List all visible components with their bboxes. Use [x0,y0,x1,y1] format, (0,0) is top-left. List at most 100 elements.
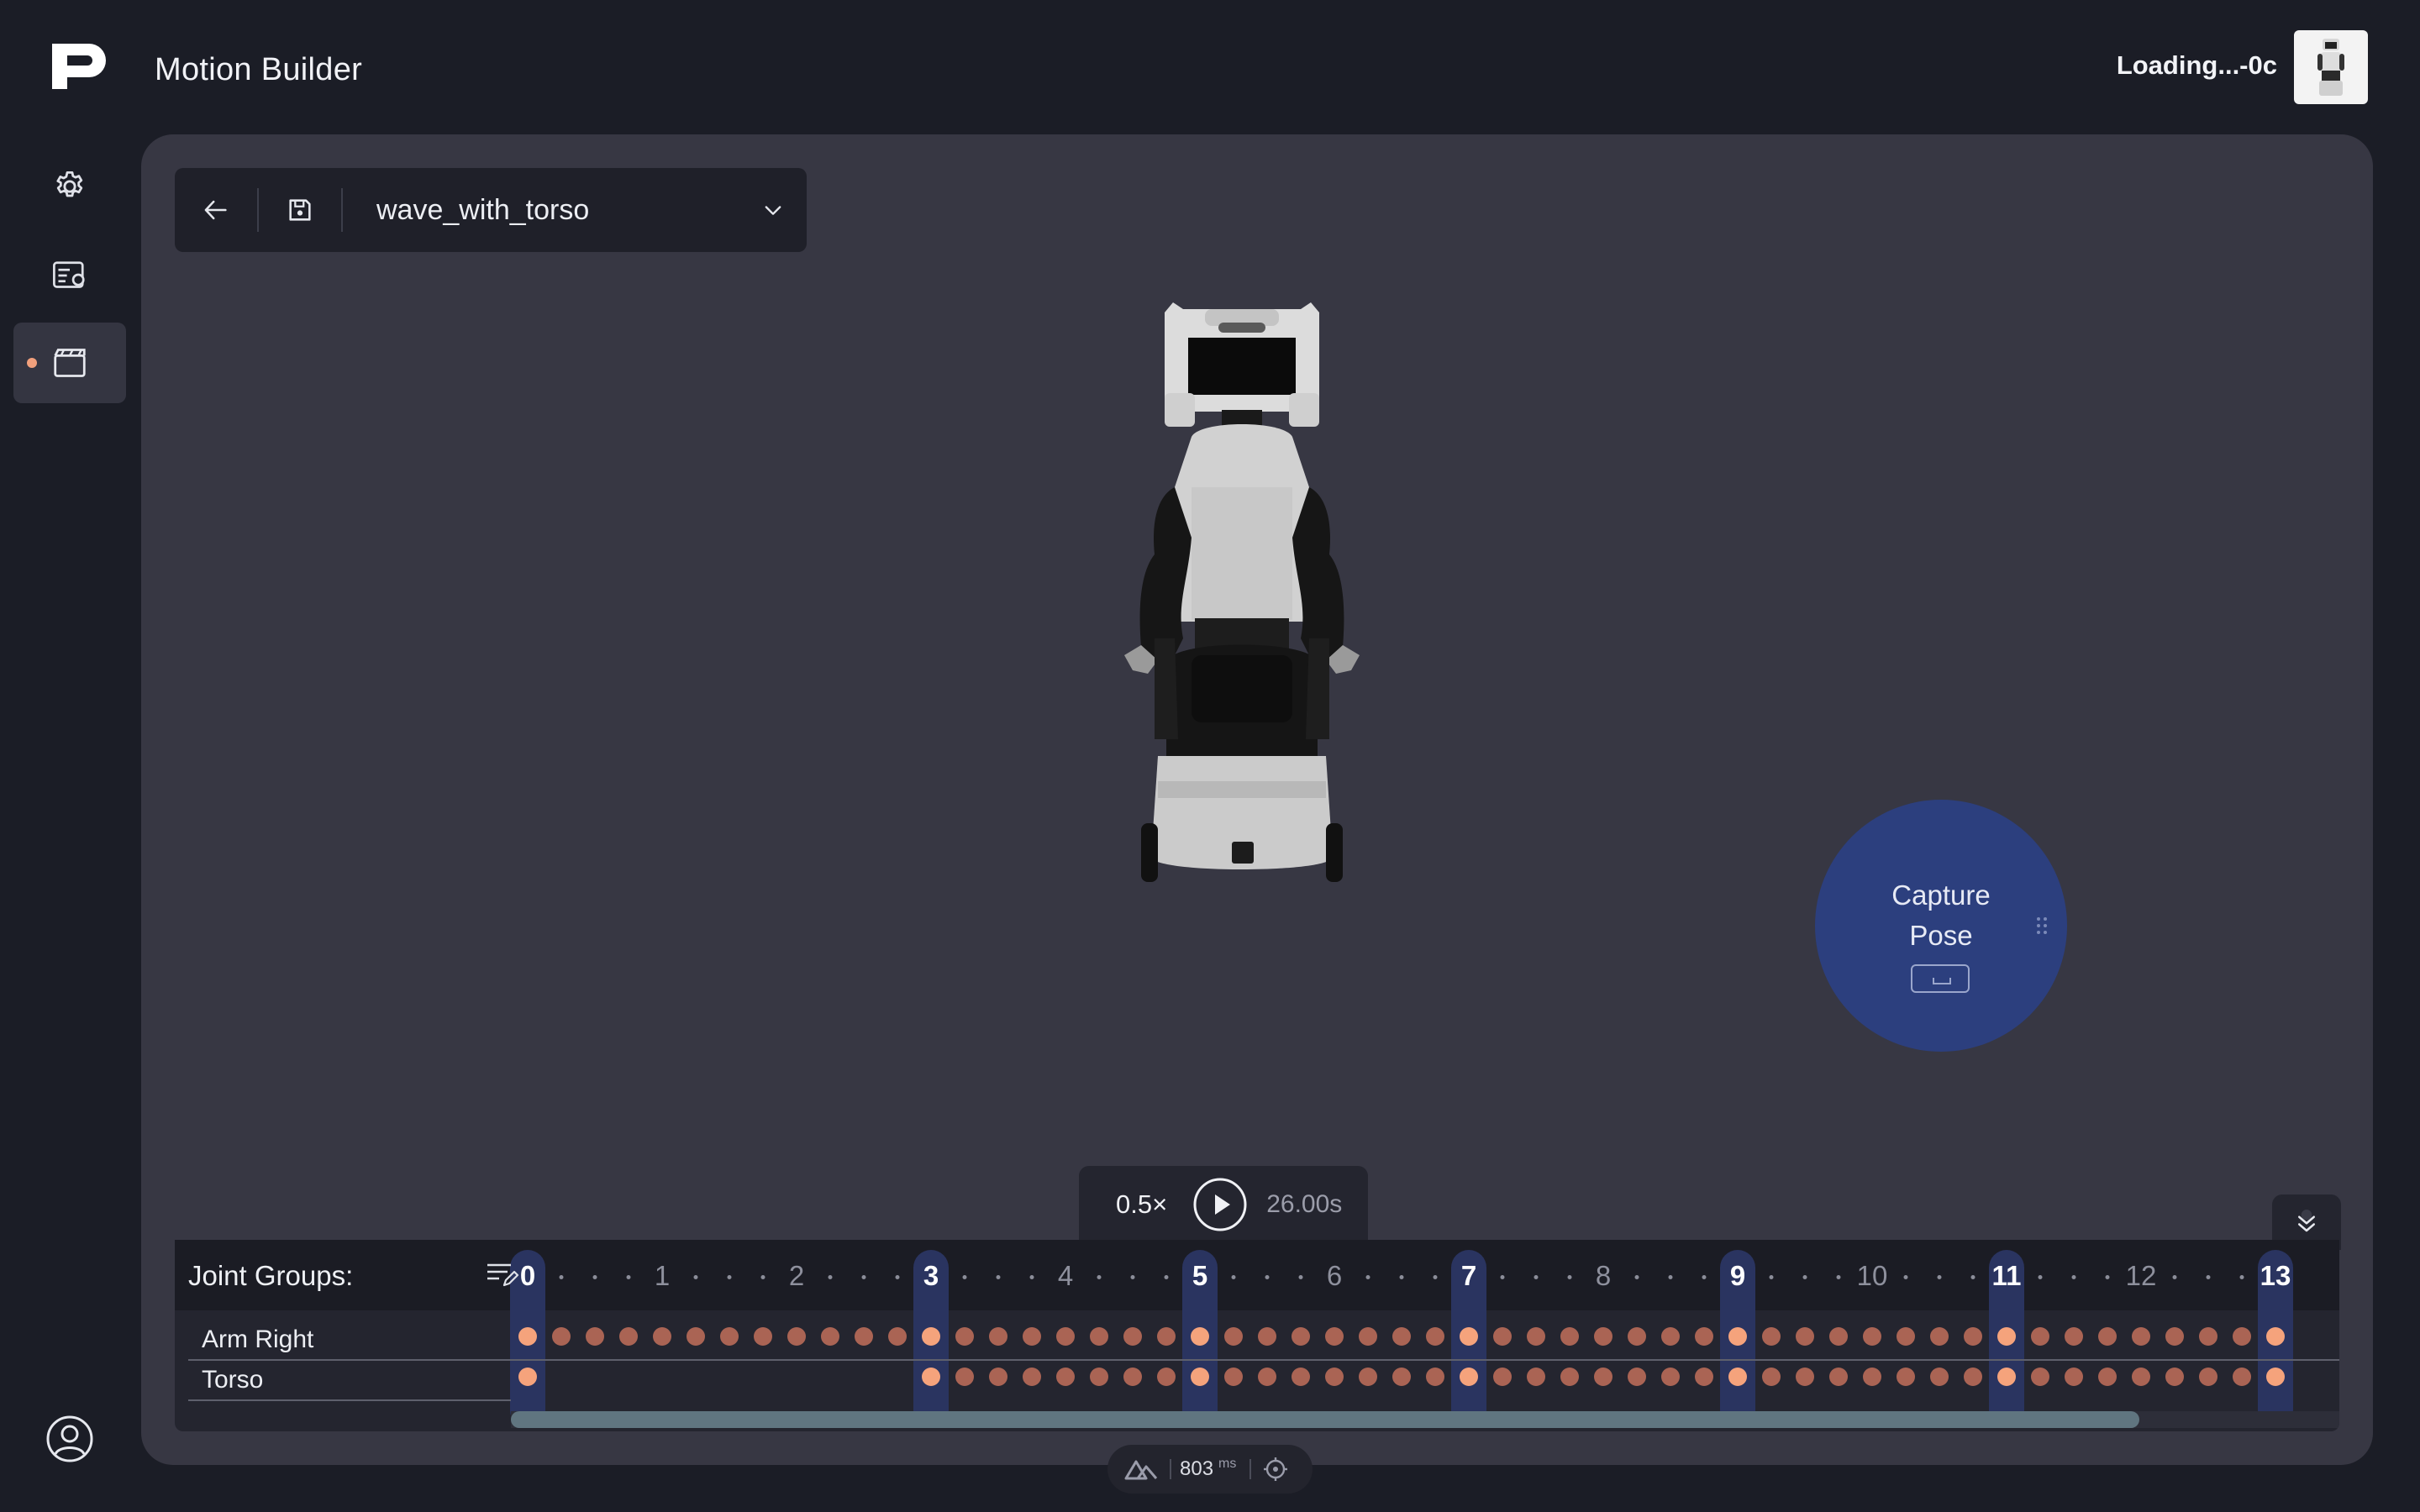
frame-dot[interactable] [1493,1327,1512,1346]
frame-dot[interactable] [2132,1368,2150,1386]
frame-dot[interactable] [1426,1368,1444,1386]
frame-dot[interactable] [989,1327,1007,1346]
frame-dot[interactable] [1359,1327,1377,1346]
frame-dot[interactable] [955,1368,974,1386]
frame-dot[interactable] [1628,1327,1646,1346]
frame-dot[interactable] [586,1327,604,1346]
frame-dot[interactable] [1392,1368,1411,1386]
keyframe-dot[interactable] [1460,1368,1478,1386]
keyframe-dot[interactable] [1728,1368,1747,1386]
keyframe-tick-label[interactable]: 3 [923,1260,939,1292]
keyframe-dot[interactable] [2266,1327,2285,1346]
frame-dot[interactable] [1090,1327,1108,1346]
frame-dot[interactable] [1762,1327,1781,1346]
frame-dot[interactable] [1426,1327,1444,1346]
frame-dot[interactable] [2233,1368,2251,1386]
playback-speed[interactable]: 0.5× [1116,1189,1167,1220]
frame-dot[interactable] [2031,1368,2049,1386]
frame-dot[interactable] [1964,1368,1982,1386]
keyframe-dot[interactable] [1191,1327,1209,1346]
frame-dot[interactable] [1090,1368,1108,1386]
frame-dot[interactable] [1123,1327,1142,1346]
frame-dot[interactable] [2065,1327,2083,1346]
frame-dot[interactable] [1157,1327,1176,1346]
keyframe-dot[interactable] [1191,1368,1209,1386]
frame-dot[interactable] [653,1327,671,1346]
tick-label[interactable]: 2 [789,1260,804,1292]
keyframe-tick-label[interactable]: 7 [1461,1260,1476,1292]
keyframe-dot[interactable] [922,1368,940,1386]
capture-pose-button[interactable]: Capture Pose [1815,800,2067,1052]
frame-dot[interactable] [1527,1368,1545,1386]
frame-dot[interactable] [754,1327,772,1346]
tick-label[interactable]: 8 [1596,1260,1611,1292]
frame-dot[interactable] [1392,1327,1411,1346]
frame-dot[interactable] [1056,1368,1075,1386]
frame-dot[interactable] [1829,1368,1848,1386]
frame-dot[interactable] [552,1327,571,1346]
frame-dot[interactable] [855,1327,873,1346]
play-icon[interactable] [1192,1177,1248,1232]
back-button[interactable] [175,168,257,252]
frame-dot[interactable] [1661,1368,1680,1386]
frame-dot[interactable] [1863,1327,1881,1346]
joint-group-row-label[interactable]: Torso [202,1366,263,1394]
tick-label[interactable]: 6 [1327,1260,1342,1292]
tick-label[interactable]: 1 [655,1260,670,1292]
viewport-panel[interactable]: wave_with_torso Capture Pose 0.5× 26.00s… [141,134,2373,1465]
frame-dot[interactable] [1964,1327,1982,1346]
keyframe-dot[interactable] [2266,1368,2285,1386]
frame-dot[interactable] [1762,1368,1781,1386]
frame-dot[interactable] [2132,1327,2150,1346]
sidebar-item-motion-list[interactable] [13,235,126,316]
frame-dot[interactable] [1897,1327,1915,1346]
frame-dot[interactable] [1056,1327,1075,1346]
motion-name-select[interactable]: wave_with_torso [376,194,739,227]
frame-dot[interactable] [1325,1368,1344,1386]
frame-dot[interactable] [1292,1327,1310,1346]
frame-dot[interactable] [1594,1327,1612,1346]
timeline[interactable]: Joint Groups: 0 1 2 3 4 5 6 7 8 9 10 11 12 13 Arm Rig… [175,1240,2339,1431]
frame-dot[interactable] [2098,1327,2117,1346]
keyframe-dot[interactable] [922,1327,940,1346]
frame-dot[interactable] [2065,1368,2083,1386]
tick-label[interactable]: 12 [2126,1260,2157,1292]
frame-dot[interactable] [2165,1327,2184,1346]
frame-dot[interactable] [1023,1327,1041,1346]
frame-dot[interactable] [687,1327,705,1346]
frame-dot[interactable] [888,1327,907,1346]
frame-dot[interactable] [1796,1327,1814,1346]
frame-dot[interactable] [1157,1368,1176,1386]
frame-dot[interactable] [1123,1368,1142,1386]
drag-handle-icon[interactable] [2035,916,2049,936]
robot-3d-view[interactable] [1107,286,1376,890]
p-logo-icon[interactable] [49,40,109,92]
frame-dot[interactable] [1661,1327,1680,1346]
frame-dot[interactable] [989,1368,1007,1386]
frame-dot[interactable] [1695,1368,1713,1386]
keyframe-dot[interactable] [1997,1368,2016,1386]
frame-dot[interactable] [1023,1368,1041,1386]
keyframe-dot[interactable] [1460,1327,1478,1346]
joint-group-row-label[interactable]: Arm Right [202,1326,313,1354]
keyframe-tick-label[interactable]: 11 [1992,1260,2022,1292]
sidebar-item-motion-builder[interactable] [13,323,126,403]
frame-dot[interactable] [1359,1368,1377,1386]
frame-dot[interactable] [1863,1368,1881,1386]
frame-dot[interactable] [1560,1327,1579,1346]
frame-dot[interactable] [1224,1327,1243,1346]
frame-dot[interactable] [1527,1327,1545,1346]
frame-dot[interactable] [2098,1368,2117,1386]
frame-dot[interactable] [1594,1368,1612,1386]
keyframe-dot[interactable] [1997,1327,2016,1346]
frame-dot[interactable] [1258,1368,1276,1386]
frame-dot[interactable] [1930,1327,1949,1346]
keyframe-tick-label[interactable]: 0 [520,1260,535,1292]
frame-dot[interactable] [720,1327,739,1346]
keyframe-tick-label[interactable]: 9 [1730,1260,1745,1292]
frame-dot[interactable] [1493,1368,1512,1386]
frame-dot[interactable] [787,1327,806,1346]
tick-label[interactable]: 4 [1058,1260,1073,1292]
frame-dot[interactable] [619,1327,638,1346]
user-circle-icon[interactable] [45,1415,94,1463]
